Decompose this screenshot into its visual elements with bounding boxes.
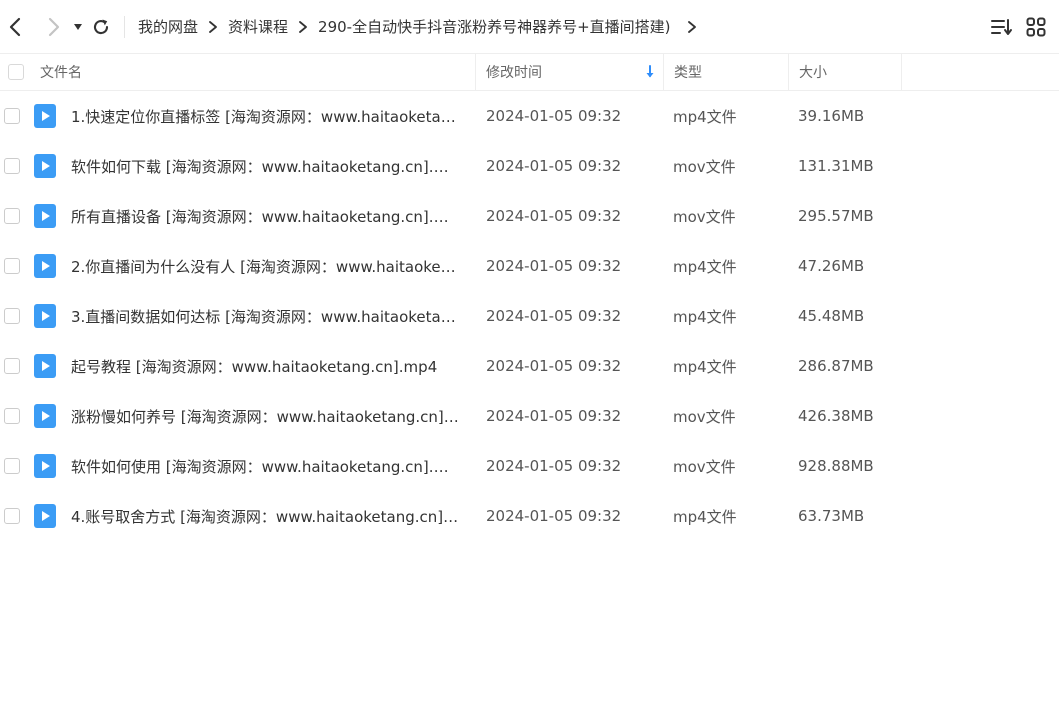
file-name[interactable]: 起号教程 [海淘资源网：www.haitaoketang.cn].mp4 (71, 356, 461, 377)
breadcrumb-item-root[interactable]: 我的网盘 (138, 16, 198, 37)
file-list: 1.快速定位你直播标签 [海淘资源网：www.haitaoketan... 20… (0, 91, 1059, 541)
header-name-label: 文件名 (40, 65, 82, 81)
row-checkbox[interactable] (4, 308, 20, 324)
file-type: mov文件 (673, 407, 736, 426)
table-row[interactable]: 涨粉慢如何养号 [海淘资源网：www.haitaoketang.cn].... … (0, 391, 1059, 441)
table-row[interactable]: 所有直播设备 [海淘资源网：www.haitaoketang.cn].mov 2… (0, 191, 1059, 241)
file-type: mp4文件 (673, 107, 737, 126)
video-file-icon (34, 104, 56, 128)
breadcrumb-item-current[interactable]: 290-全自动快手抖音涨粉养号神器养号+直播间搭建) (318, 16, 670, 37)
file-time: 2024-01-05 09:32 (486, 257, 622, 275)
header-type-column[interactable]: 类型 (664, 54, 789, 90)
file-type: mov文件 (673, 207, 736, 226)
table-row[interactable]: 2.你直播间为什么没有人 [海淘资源网：www.haitaoketa... 20… (0, 241, 1059, 291)
table-header: 文件名 修改时间 类型 大小 (0, 54, 1059, 91)
file-name[interactable]: 3.直播间数据如何达标 [海淘资源网：www.haitaoketan... (71, 306, 461, 327)
file-name[interactable]: 软件如何下载 [海淘资源网：www.haitaoketang.cn].mov (71, 156, 461, 177)
video-file-icon (34, 304, 56, 328)
video-file-icon (34, 504, 56, 528)
toolbar-divider (124, 15, 125, 38)
file-time: 2024-01-05 09:32 (486, 407, 622, 425)
sort-descending-icon[interactable] (645, 65, 655, 83)
table-row[interactable]: 1.快速定位你直播标签 [海淘资源网：www.haitaoketan... 20… (0, 91, 1059, 141)
toolbar-right (989, 14, 1049, 40)
file-time: 2024-01-05 09:32 (486, 357, 622, 375)
file-size: 928.88MB (798, 457, 874, 475)
video-file-icon (34, 354, 56, 378)
file-name[interactable]: 2.你直播间为什么没有人 [海淘资源网：www.haitaoketa... (71, 256, 461, 277)
video-file-icon (34, 404, 56, 428)
table-row[interactable]: 4.账号取舍方式 [海淘资源网：www.haitaoketang.cn]....… (0, 491, 1059, 541)
file-time: 2024-01-05 09:32 (486, 207, 622, 225)
refresh-icon[interactable] (87, 13, 115, 41)
file-type: mp4文件 (673, 507, 737, 526)
file-name[interactable]: 软件如何使用 [海淘资源网：www.haitaoketang.cn].mov (71, 456, 461, 477)
file-type: mp4文件 (673, 307, 737, 326)
header-type-label: 类型 (674, 65, 702, 81)
breadcrumb-item-courses[interactable]: 资料课程 (228, 16, 288, 37)
table-row[interactable]: 软件如何下载 [海淘资源网：www.haitaoketang.cn].mov 2… (0, 141, 1059, 191)
grid-view-icon[interactable] (1023, 14, 1049, 40)
file-time: 2024-01-05 09:32 (486, 507, 622, 525)
file-size: 45.48MB (798, 307, 865, 325)
file-size: 426.38MB (798, 407, 874, 425)
row-checkbox[interactable] (4, 458, 20, 474)
video-file-icon (34, 454, 56, 478)
file-type: mov文件 (673, 157, 736, 176)
file-time: 2024-01-05 09:32 (486, 457, 622, 475)
row-checkbox[interactable] (4, 508, 20, 524)
file-name[interactable]: 所有直播设备 [海淘资源网：www.haitaoketang.cn].mov (71, 206, 461, 227)
file-size: 286.87MB (798, 357, 874, 375)
table-row[interactable]: 3.直播间数据如何达标 [海淘资源网：www.haitaoketan... 20… (0, 291, 1059, 341)
file-name[interactable]: 4.账号取舍方式 [海淘资源网：www.haitaoketang.cn].... (71, 506, 461, 527)
table-row[interactable]: 软件如何使用 [海淘资源网：www.haitaoketang.cn].mov 2… (0, 441, 1059, 491)
table-row[interactable]: 起号教程 [海淘资源网：www.haitaoketang.cn].mp4 202… (0, 341, 1059, 391)
row-checkbox[interactable] (4, 108, 20, 124)
select-all-checkbox[interactable] (8, 64, 24, 80)
file-size: 131.31MB (798, 157, 874, 175)
file-type: mov文件 (673, 457, 736, 476)
row-checkbox[interactable] (4, 358, 20, 374)
breadcrumb: 我的网盘 资料课程 290-全自动快手抖音涨粉养号神器养号+直播间搭建) (138, 16, 707, 37)
header-name-column[interactable]: 文件名 (0, 54, 476, 90)
caret-down-icon[interactable] (69, 13, 87, 41)
chevron-left-icon[interactable] (1, 13, 29, 41)
chevron-right-icon[interactable] (40, 13, 68, 41)
header-size-column[interactable]: 大小 (789, 54, 902, 90)
file-size: 39.16MB (798, 107, 865, 125)
row-checkbox[interactable] (4, 158, 20, 174)
file-time: 2024-01-05 09:32 (486, 107, 622, 125)
sort-list-icon[interactable] (989, 14, 1015, 40)
row-checkbox[interactable] (4, 258, 20, 274)
toolbar: 我的网盘 资料课程 290-全自动快手抖音涨粉养号神器养号+直播间搭建) (0, 0, 1059, 54)
file-type: mp4文件 (673, 357, 737, 376)
file-time: 2024-01-05 09:32 (486, 307, 622, 325)
header-size-label: 大小 (799, 65, 827, 81)
file-browser: 我的网盘 资料课程 290-全自动快手抖音涨粉养号神器养号+直播间搭建) 文件名… (0, 0, 1059, 715)
header-time-label: 修改时间 (486, 65, 542, 81)
file-time: 2024-01-05 09:32 (486, 157, 622, 175)
file-name[interactable]: 1.快速定位你直播标签 [海淘资源网：www.haitaoketan... (71, 106, 461, 127)
file-size: 47.26MB (798, 257, 865, 275)
chevron-right-icon (298, 20, 308, 33)
file-size: 295.57MB (798, 207, 874, 225)
file-size: 63.73MB (798, 507, 865, 525)
file-name[interactable]: 涨粉慢如何养号 [海淘资源网：www.haitaoketang.cn].... (71, 406, 461, 427)
video-file-icon (34, 254, 56, 278)
file-type: mp4文件 (673, 257, 737, 276)
row-checkbox[interactable] (4, 408, 20, 424)
video-file-icon (34, 204, 56, 228)
header-time-column[interactable]: 修改时间 (476, 54, 664, 90)
video-file-icon (34, 154, 56, 178)
chevron-right-icon (208, 20, 218, 33)
chevron-right-icon[interactable] (687, 20, 697, 33)
row-checkbox[interactable] (4, 208, 20, 224)
